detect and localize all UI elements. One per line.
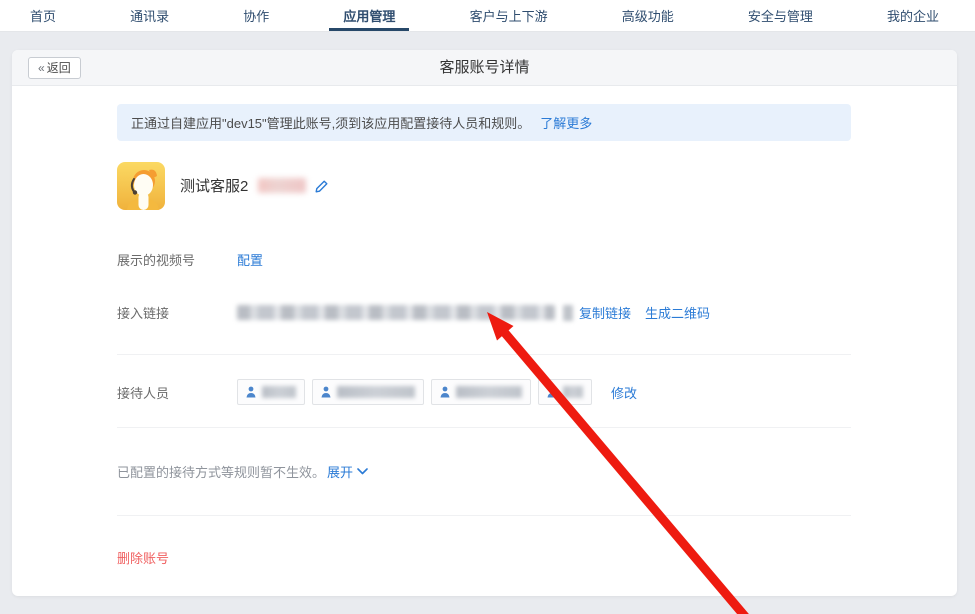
back-button-label: 返回 [47,61,71,75]
access-link-label: 接入链接 [117,303,237,322]
staff-chip [431,379,531,405]
configure-video-link[interactable]: 配置 [237,250,263,269]
divider [117,354,851,355]
video-account-row: 展示的视频号 配置 [117,250,957,269]
page-title: 客服账号详情 [12,50,957,86]
video-account-label: 展示的视频号 [117,250,237,269]
modify-staff-link[interactable]: 修改 [611,383,637,402]
generate-qrcode-action[interactable]: 生成二维码 [645,303,710,322]
nav-item-collaboration[interactable]: 协作 [237,0,275,31]
person-icon [547,386,557,398]
account-name-text: 测试客服2 [180,178,248,195]
redacted-access-url [237,305,555,320]
profile-row: 测试客服2 [117,162,957,210]
redacted-staff-name [456,386,522,398]
redacted-staff-name [337,386,415,398]
delete-account-link[interactable]: 删除账号 [117,548,169,567]
learn-more-link[interactable]: 了解更多 [540,113,592,132]
person-icon [246,386,256,398]
service-avatar-icon [117,162,165,210]
nav-item-security[interactable]: 安全与管理 [742,0,819,31]
nav-item-home[interactable]: 首页 [24,0,62,31]
nav-item-customers[interactable]: 客户与上下游 [464,0,554,31]
copy-link-action[interactable]: 复制链接 [579,303,631,322]
rules-row: 已配置的接待方式等规则暂不生效。 展开 [117,462,957,481]
redacted-staff-name [563,386,583,398]
back-button[interactable]: «返回 [28,57,81,79]
expand-rules-link[interactable]: 展开 [327,462,368,481]
nav-item-advanced[interactable]: 高级功能 [616,0,680,31]
staff-chip-list [237,379,599,405]
card-header: «返回 客服账号详情 [12,50,957,86]
reception-staff-label: 接待人员 [117,383,237,402]
person-icon [440,386,450,398]
nav-item-contacts[interactable]: 通讯录 [124,0,175,31]
redacted-fragment [563,305,573,321]
card-content: 正通过自建应用"dev15"管理此账号,须到该应用配置接待人员和规则。 了解更多 [12,86,957,568]
avatar [117,162,165,210]
staff-chip [312,379,424,405]
person-icon [321,386,331,398]
notice-text: 正通过自建应用"dev15"管理此账号,须到该应用配置接待人员和规则。 [131,113,530,132]
back-chevron-icon: « [38,61,45,75]
nav-item-my-company[interactable]: 我的企业 [881,0,945,31]
access-link-row: 接入链接 复制链接 生成二维码 [117,303,957,322]
divider [117,427,851,428]
staff-chip [237,379,305,405]
staff-chip [538,379,592,405]
redacted-staff-name [262,386,296,398]
account-detail-card: «返回 客服账号详情 正通过自建应用"dev15"管理此账号,须到该应用配置接待… [12,50,957,596]
redacted-name-suffix [258,178,306,193]
expand-rules-label: 展开 [327,462,353,481]
notice-banner: 正通过自建应用"dev15"管理此账号,须到该应用配置接待人员和规则。 了解更多 [117,104,851,141]
account-name: 测试客服2 [180,175,328,197]
reception-staff-row: 接待人员 修改 [117,379,957,405]
nav-item-app-management[interactable]: 应用管理 [337,0,401,31]
rules-text: 已配置的接待方式等规则暂不生效。 [117,462,325,481]
top-navigation: 首页 通讯录 协作 应用管理 客户与上下游 高级功能 安全与管理 我的企业 [0,0,975,32]
divider [117,515,851,516]
chevron-down-icon [357,468,368,475]
edit-name-icon[interactable] [315,180,328,197]
